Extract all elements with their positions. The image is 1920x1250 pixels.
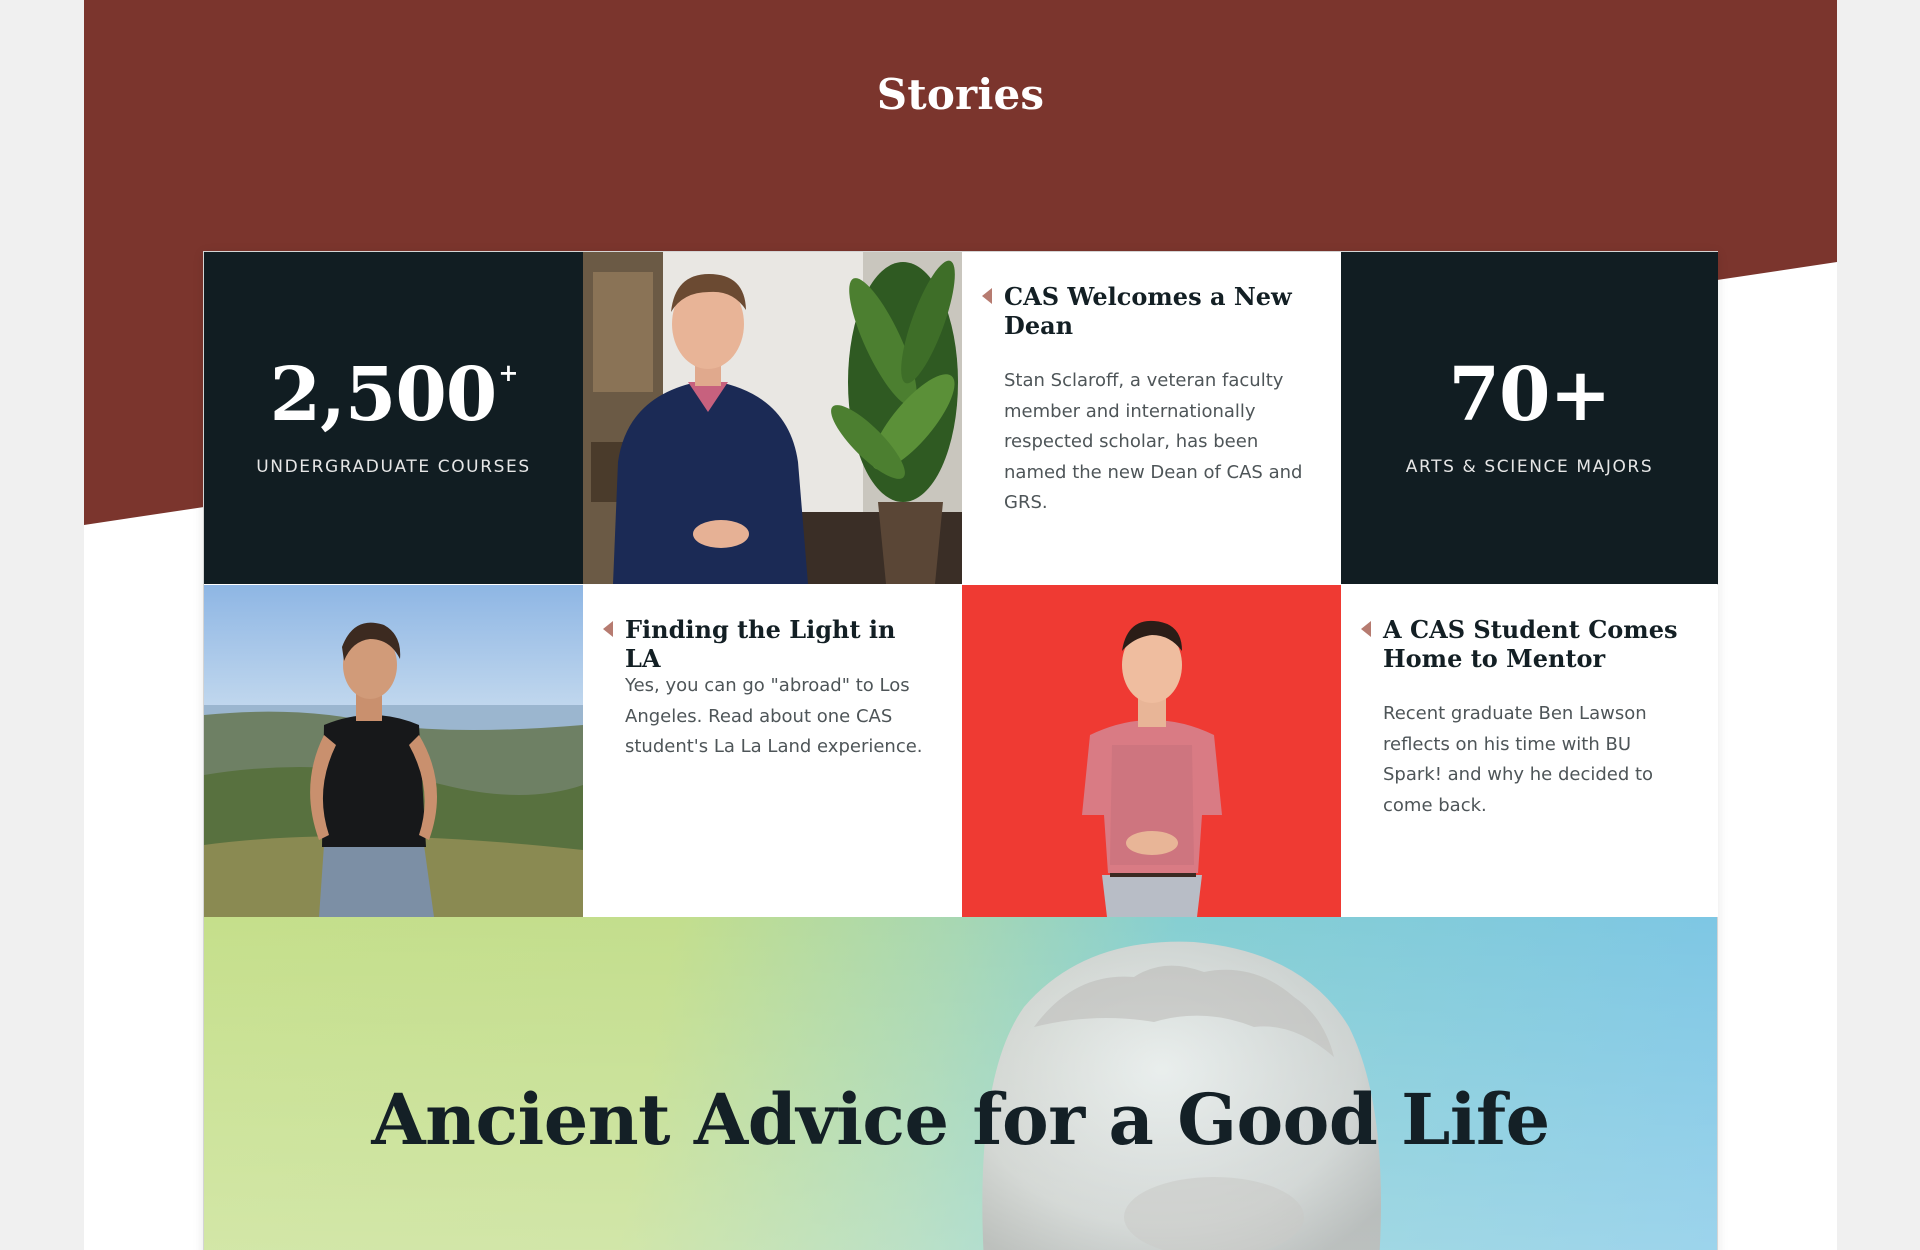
- story-card-la[interactable]: Finding the Light in LA Yes, you can go …: [583, 585, 962, 917]
- stat-number: 70+: [1341, 352, 1718, 438]
- story-photo-la[interactable]: [204, 585, 583, 917]
- stat-label: UNDERGRADUATE COURSES: [256, 457, 531, 477]
- caret-left-icon: [982, 288, 992, 304]
- stories-page: Stories 2,500+ UNDERGRADUATE COURSES CAS…: [84, 0, 1837, 1250]
- story-card-mentor[interactable]: A CAS Student Comes Home to Mentor Recen…: [1341, 585, 1718, 917]
- story-title[interactable]: CAS Welcomes a New Dean: [1004, 282, 1311, 340]
- stat-label: ARTS & SCIENCE MAJORS: [1405, 457, 1654, 477]
- caret-left-icon: [603, 621, 613, 637]
- feature-title[interactable]: Ancient Advice for a Good Life: [204, 1077, 1717, 1162]
- hillside-student-image: [204, 585, 583, 917]
- story-photo-mentor[interactable]: [962, 585, 1341, 917]
- section-title: Stories: [876, 70, 1045, 119]
- story-summary: Recent graduate Ben Lawson reflects on h…: [1383, 703, 1654, 816]
- stat-number: 2,500+: [204, 352, 583, 438]
- student-red-backdrop-image: [962, 585, 1341, 917]
- stat-value: 70+: [1448, 352, 1612, 438]
- stat-value: 2,500: [269, 352, 498, 438]
- stat-tile-courses: 2,500+ UNDERGRADUATE COURSES: [204, 252, 583, 584]
- feature-banner[interactable]: Ancient Advice for a Good Life: [204, 917, 1717, 1250]
- stat-tile-majors: 70+ ARTS & SCIENCE MAJORS: [1341, 252, 1718, 584]
- story-photo-dean[interactable]: [583, 252, 962, 584]
- story-summary: Yes, you can go "abroad" to Los Angeles.…: [625, 675, 923, 757]
- stories-grid: 2,500+ UNDERGRADUATE COURSES CAS Welcome…: [203, 251, 1718, 1250]
- story-card-new-dean[interactable]: CAS Welcomes a New Dean Stan Sclaroff, a…: [962, 252, 1341, 584]
- dean-portrait-image: [583, 252, 962, 584]
- story-summary: Stan Sclaroff, a veteran faculty member …: [1004, 370, 1303, 513]
- story-title[interactable]: Finding the Light in LA: [625, 615, 932, 673]
- caret-left-icon: [1361, 621, 1371, 637]
- stat-suffix: +: [498, 358, 518, 387]
- story-title[interactable]: A CAS Student Comes Home to Mentor: [1383, 615, 1688, 673]
